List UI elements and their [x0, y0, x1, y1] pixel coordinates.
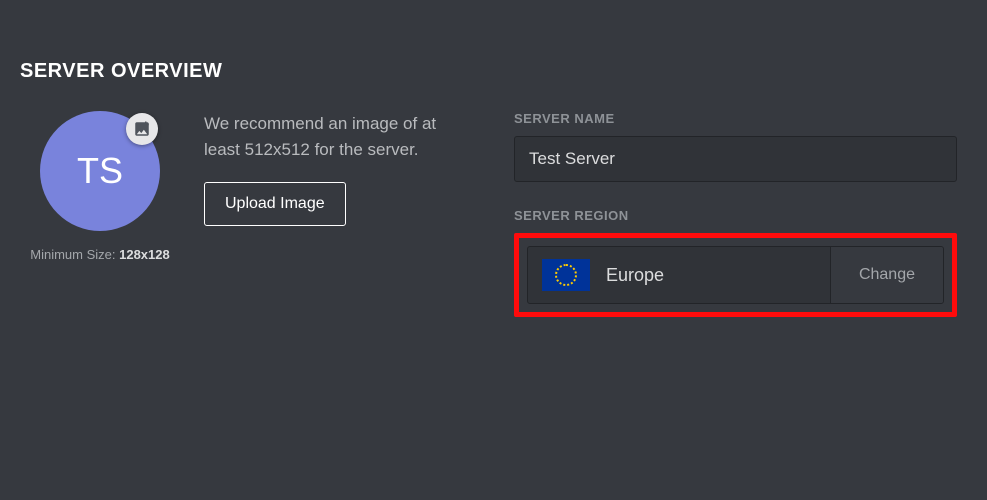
change-region-button[interactable]: Change: [830, 247, 943, 303]
server-region-label: SERVER REGION: [514, 208, 957, 223]
server-name-label: SERVER NAME: [514, 111, 957, 126]
upload-image-icon[interactable]: [126, 113, 158, 145]
upload-recommendation-text: We recommend an image of at least 512x51…: [204, 111, 474, 162]
upload-image-button[interactable]: Upload Image: [204, 182, 346, 226]
server-region-highlight: Europe Change: [514, 233, 957, 317]
eu-flag-icon: [542, 259, 590, 291]
server-avatar-initials: TS: [77, 150, 123, 192]
page-title: SERVER OVERVIEW: [20, 60, 967, 83]
server-region-row: Europe Change: [527, 246, 944, 304]
server-name-input[interactable]: [514, 136, 957, 182]
image-upload-glyph-icon: [133, 120, 151, 138]
server-region-display: Europe: [528, 247, 830, 303]
minimum-size-label: Minimum Size: 128x128: [30, 247, 169, 262]
server-region-name: Europe: [606, 265, 664, 286]
